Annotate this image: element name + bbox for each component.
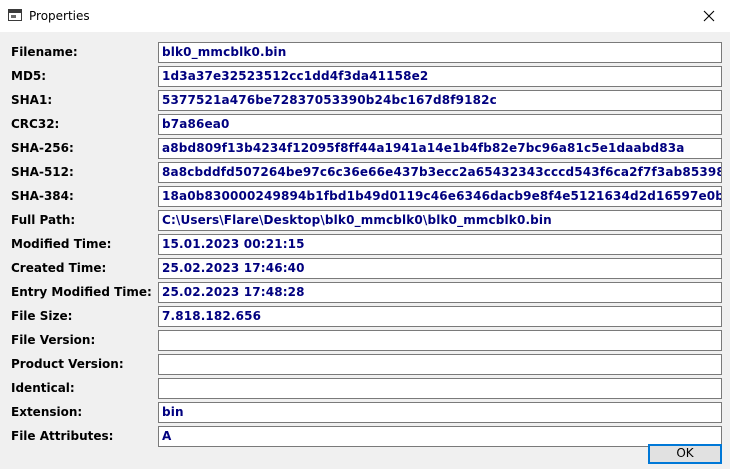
product-version-label: Product Version: xyxy=(11,357,124,371)
property-row-sha1: SHA1: 5377521a476be72837053390b24bc167d8… xyxy=(0,90,730,112)
file-attributes-label: File Attributes: xyxy=(11,429,114,443)
file-attributes-field[interactable]: A xyxy=(158,426,722,447)
close-button[interactable] xyxy=(690,0,730,32)
entry-modified-time-label: Entry Modified Time: xyxy=(11,285,152,299)
property-row-modified-time: Modified Time: 15.01.2023 00:21:15 xyxy=(0,234,730,256)
property-row-filename: Filename: blk0_mmcblk0.bin xyxy=(0,42,730,64)
title-bar: Properties xyxy=(0,0,730,32)
created-time-label: Created Time: xyxy=(11,261,107,275)
window-icon xyxy=(8,9,22,21)
sha384-label: SHA-384: xyxy=(11,189,74,203)
property-row-identical: Identical: xyxy=(0,378,730,400)
sha512-field[interactable]: 8a8cbddfd507264be97c6c36e66e437b3ecc2a65… xyxy=(158,162,722,183)
identical-label: Identical: xyxy=(11,381,75,395)
close-icon xyxy=(703,10,715,22)
property-row-md5: MD5: 1d3a37e32523512cc1dd4f3da41158e2 xyxy=(0,66,730,88)
md5-field[interactable]: 1d3a37e32523512cc1dd4f3da41158e2 xyxy=(158,66,722,87)
extension-label: Extension: xyxy=(11,405,83,419)
property-row-file-size: File Size: 7.818.182.656 xyxy=(0,306,730,328)
sha384-field[interactable]: 18a0b830000249894b1fbd1b49d0119c46e6346d… xyxy=(158,186,722,207)
sha512-label: SHA-512: xyxy=(11,165,74,179)
sha256-field[interactable]: a8bd809f13b4234f12095f8ff44a1941a14e1b4f… xyxy=(158,138,722,159)
ok-button[interactable]: OK xyxy=(648,444,722,464)
property-row-entry-modified-time: Entry Modified Time: 25.02.2023 17:48:28 xyxy=(0,282,730,304)
md5-label: MD5: xyxy=(11,69,47,83)
property-row-sha512: SHA-512: 8a8cbddfd507264be97c6c36e66e437… xyxy=(0,162,730,184)
file-version-field[interactable] xyxy=(158,330,722,351)
full-path-field[interactable]: C:\Users\Flare\Desktop\blk0_mmcblk0\blk0… xyxy=(158,210,722,231)
filename-label: Filename: xyxy=(11,45,78,59)
identical-field[interactable] xyxy=(158,378,722,399)
sha256-label: SHA-256: xyxy=(11,141,74,155)
property-row-crc32: CRC32: b7a86ea0 xyxy=(0,114,730,136)
property-row-created-time: Created Time: 25.02.2023 17:46:40 xyxy=(0,258,730,280)
created-time-field[interactable]: 25.02.2023 17:46:40 xyxy=(158,258,722,279)
product-version-field[interactable] xyxy=(158,354,722,375)
window-title: Properties xyxy=(29,9,90,23)
property-row-extension: Extension: bin xyxy=(0,402,730,424)
sha1-field[interactable]: 5377521a476be72837053390b24bc167d8f9182c xyxy=(158,90,722,111)
file-version-label: File Version: xyxy=(11,333,96,347)
extension-field[interactable]: bin xyxy=(158,402,722,423)
property-row-full-path: Full Path: C:\Users\Flare\Desktop\blk0_m… xyxy=(0,210,730,232)
filename-field[interactable]: blk0_mmcblk0.bin xyxy=(158,42,722,63)
properties-list: Filename: blk0_mmcblk0.bin MD5: 1d3a37e3… xyxy=(0,32,730,469)
crc32-label: CRC32: xyxy=(11,117,60,131)
file-size-field[interactable]: 7.818.182.656 xyxy=(158,306,722,327)
sha1-label: SHA1: xyxy=(11,93,53,107)
modified-time-field[interactable]: 15.01.2023 00:21:15 xyxy=(158,234,722,255)
property-row-sha384: SHA-384: 18a0b830000249894b1fbd1b49d0119… xyxy=(0,186,730,208)
full-path-label: Full Path: xyxy=(11,213,76,227)
crc32-field[interactable]: b7a86ea0 xyxy=(158,114,722,135)
modified-time-label: Modified Time: xyxy=(11,237,112,251)
property-row-product-version: Product Version: xyxy=(0,354,730,376)
property-row-sha256: SHA-256: a8bd809f13b4234f12095f8ff44a194… xyxy=(0,138,730,160)
entry-modified-time-field[interactable]: 25.02.2023 17:48:28 xyxy=(158,282,722,303)
property-row-file-attributes: File Attributes: A xyxy=(0,426,730,448)
property-row-file-version: File Version: xyxy=(0,330,730,352)
file-size-label: File Size: xyxy=(11,309,73,323)
properties-dialog: Properties Filename: blk0_mmcblk0.bin MD… xyxy=(0,0,730,469)
